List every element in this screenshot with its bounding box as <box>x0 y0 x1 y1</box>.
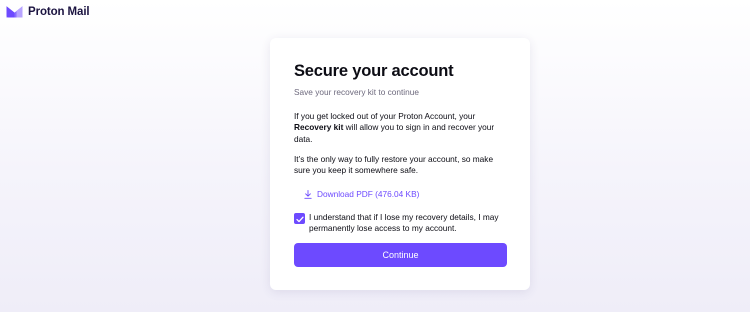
download-pdf-label: Download PDF (476.04 KB) <box>317 189 420 199</box>
understand-checkbox-label[interactable]: I understand that if I lose my recovery … <box>309 212 509 235</box>
page-title: Secure your account <box>294 62 454 80</box>
secure-account-card: Secure your account Save your recovery k… <box>270 38 530 290</box>
description-text-start: If you get locked out of your Proton Acc… <box>294 111 476 121</box>
continue-button[interactable]: Continue <box>294 243 507 267</box>
understand-checkbox[interactable] <box>294 213 305 224</box>
proton-mail-logo[interactable]: Proton Mail <box>6 5 90 18</box>
download-pdf-link[interactable]: Download PDF (476.04 KB) <box>304 189 419 199</box>
page-subtitle: Save your recovery kit to continue <box>294 87 419 97</box>
recovery-kit-description: If you get locked out of your Proton Acc… <box>294 111 509 145</box>
restore-warning-text: It’s the only way to fully restore your … <box>294 154 494 176</box>
download-icon <box>304 189 312 199</box>
checkmark-icon <box>295 210 304 228</box>
logo-text: Proton Mail <box>28 5 90 18</box>
proton-mail-envelope-icon <box>6 5 23 18</box>
recovery-kit-emphasis: Recovery kit <box>294 122 344 133</box>
